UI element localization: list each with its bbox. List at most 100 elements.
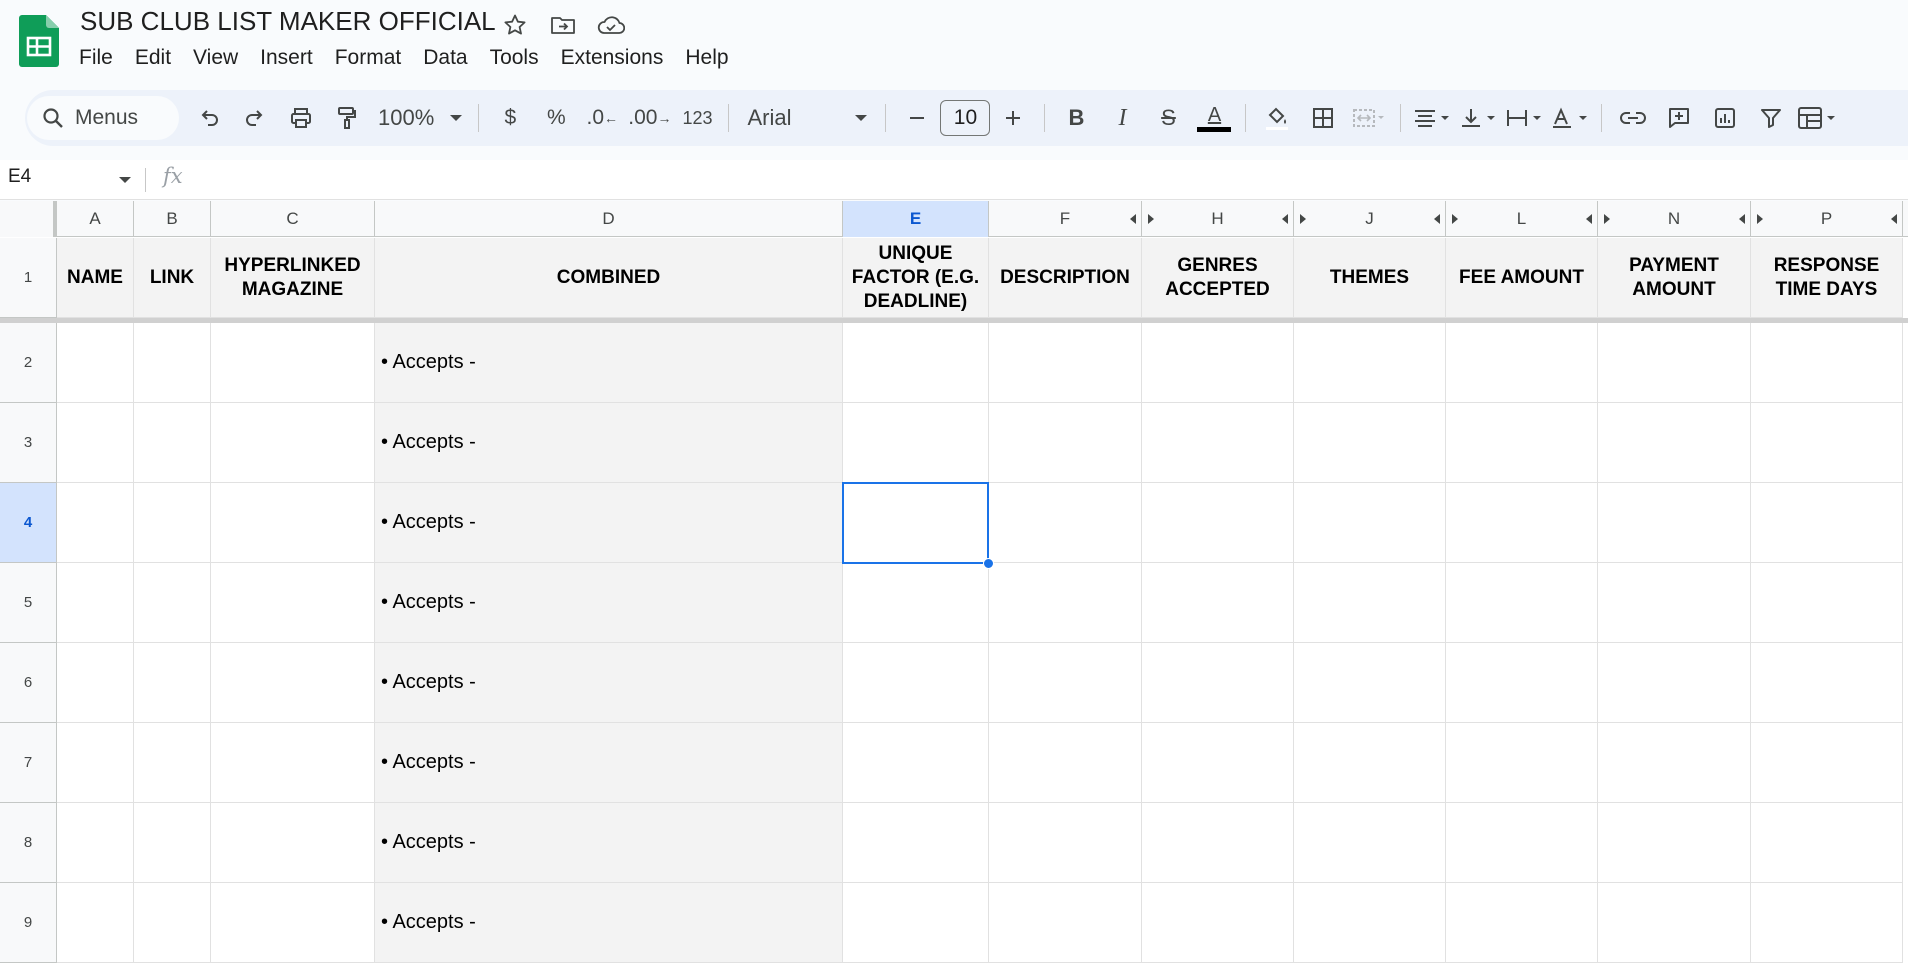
cell-a8[interactable] xyxy=(57,803,134,883)
increase-font-size-icon[interactable] xyxy=(993,98,1033,138)
cell-b9[interactable] xyxy=(134,883,211,963)
row-header-7[interactable]: 7 xyxy=(0,723,57,803)
header-cell-c[interactable]: HYPERLINKED MAGAZINE xyxy=(211,238,375,318)
row-header-1[interactable]: 1 xyxy=(0,238,57,318)
cell-h9[interactable] xyxy=(1142,883,1294,963)
cell-e2[interactable] xyxy=(843,323,989,403)
header-cell-n[interactable]: PAYMENT AMOUNT xyxy=(1598,238,1751,318)
cell-j6[interactable] xyxy=(1294,643,1446,723)
hidden-column-left-arrow-icon[interactable] xyxy=(1891,214,1897,224)
cell-e7[interactable] xyxy=(843,723,989,803)
decrease-decimal-button[interactable]: .0 ← xyxy=(582,98,622,138)
menu-help[interactable]: Help xyxy=(674,44,739,72)
cell-d5[interactable]: • Accepts - xyxy=(375,563,843,643)
column-header-p[interactable]: P xyxy=(1751,201,1903,237)
cell-n8[interactable] xyxy=(1598,803,1751,883)
cell-d7[interactable]: • Accepts - xyxy=(375,723,843,803)
menu-extensions[interactable]: Extensions xyxy=(550,44,675,72)
cell-e3[interactable] xyxy=(843,403,989,483)
cell-b7[interactable] xyxy=(134,723,211,803)
row-header-6[interactable]: 6 xyxy=(0,643,57,723)
cell-p8[interactable] xyxy=(1751,803,1903,883)
insert-chart-icon[interactable] xyxy=(1705,98,1745,138)
italic-button[interactable]: I xyxy=(1102,98,1142,138)
cell-a4[interactable] xyxy=(57,483,134,563)
cell-n3[interactable] xyxy=(1598,403,1751,483)
cell-c9[interactable] xyxy=(211,883,375,963)
cell-j3[interactable] xyxy=(1294,403,1446,483)
cell-p7[interactable] xyxy=(1751,723,1903,803)
borders-icon[interactable] xyxy=(1303,98,1343,138)
cell-a2[interactable] xyxy=(57,323,134,403)
cell-f3[interactable] xyxy=(989,403,1142,483)
table-view-icon[interactable] xyxy=(1797,98,1837,138)
cell-h5[interactable] xyxy=(1142,563,1294,643)
select-all-corner[interactable] xyxy=(0,201,57,237)
column-header-b[interactable]: B xyxy=(134,201,211,237)
cell-a6[interactable] xyxy=(57,643,134,723)
cell-j7[interactable] xyxy=(1294,723,1446,803)
decrease-font-size-icon[interactable] xyxy=(897,98,937,138)
format-currency-button[interactable]: $ xyxy=(490,98,530,138)
sheets-logo-icon[interactable] xyxy=(19,15,59,67)
menu-data[interactable]: Data xyxy=(412,44,478,72)
header-cell-a[interactable]: NAME xyxy=(57,238,134,318)
document-title[interactable]: SUB CLUB LIST MAKER OFFICIAL xyxy=(80,6,496,37)
bold-button[interactable]: B xyxy=(1056,98,1096,138)
cell-h3[interactable] xyxy=(1142,403,1294,483)
header-cell-l[interactable]: FEE AMOUNT xyxy=(1446,238,1598,318)
cell-p9[interactable] xyxy=(1751,883,1903,963)
zoom-select[interactable]: 100% xyxy=(370,105,470,131)
fill-handle[interactable] xyxy=(983,558,994,569)
cell-d9[interactable]: • Accepts - xyxy=(375,883,843,963)
undo-icon[interactable] xyxy=(189,98,229,138)
header-cell-j[interactable]: THEMES xyxy=(1294,238,1446,318)
cell-c3[interactable] xyxy=(211,403,375,483)
cell-j9[interactable] xyxy=(1294,883,1446,963)
cell-l3[interactable] xyxy=(1446,403,1598,483)
cell-d8[interactable]: • Accepts - xyxy=(375,803,843,883)
hidden-column-left-arrow-icon[interactable] xyxy=(1739,214,1745,224)
cell-b8[interactable] xyxy=(134,803,211,883)
header-cell-e[interactable]: UNIQUE FACTOR (E.G. DEADLINE) xyxy=(843,238,989,318)
search-menus[interactable]: Menus xyxy=(27,96,179,140)
text-wrapping-icon[interactable] xyxy=(1504,98,1544,138)
insert-link-icon[interactable] xyxy=(1613,98,1653,138)
cell-n5[interactable] xyxy=(1598,563,1751,643)
hidden-column-left-arrow-icon[interactable] xyxy=(1586,214,1592,224)
insert-comment-icon[interactable] xyxy=(1659,98,1699,138)
hidden-column-left-arrow-icon[interactable] xyxy=(1282,214,1288,224)
cell-n4[interactable] xyxy=(1598,483,1751,563)
column-header-c[interactable]: C xyxy=(211,201,375,237)
cell-b4[interactable] xyxy=(134,483,211,563)
cell-j2[interactable] xyxy=(1294,323,1446,403)
column-header-l[interactable]: L xyxy=(1446,201,1598,237)
cell-a3[interactable] xyxy=(57,403,134,483)
cell-e6[interactable] xyxy=(843,643,989,723)
cell-b6[interactable] xyxy=(134,643,211,723)
cell-h7[interactable] xyxy=(1142,723,1294,803)
cell-c5[interactable] xyxy=(211,563,375,643)
cloud-status-icon[interactable] xyxy=(596,10,626,40)
cell-p5[interactable] xyxy=(1751,563,1903,643)
cell-f6[interactable] xyxy=(989,643,1142,723)
column-header-h[interactable]: H xyxy=(1142,201,1294,237)
cell-e8[interactable] xyxy=(843,803,989,883)
cell-d3[interactable]: • Accepts - xyxy=(375,403,843,483)
row-header-9[interactable]: 9 xyxy=(0,883,57,963)
cell-l5[interactable] xyxy=(1446,563,1598,643)
cell-h6[interactable] xyxy=(1142,643,1294,723)
cell-f8[interactable] xyxy=(989,803,1142,883)
cell-h4[interactable] xyxy=(1142,483,1294,563)
cell-n7[interactable] xyxy=(1598,723,1751,803)
column-header-e[interactable]: E xyxy=(843,201,989,237)
increase-decimal-button[interactable]: .00 → xyxy=(628,98,671,138)
cell-e5[interactable] xyxy=(843,563,989,643)
row-header-2[interactable]: 2 xyxy=(0,323,57,403)
cell-l4[interactable] xyxy=(1446,483,1598,563)
hidden-column-left-arrow-icon[interactable] xyxy=(1130,214,1136,224)
star-icon[interactable] xyxy=(500,10,530,40)
cell-a5[interactable] xyxy=(57,563,134,643)
spreadsheet-grid[interactable]: ABCDEFHJLNP 1 NAME LINK HYPERLINKED MAGAZIN… xyxy=(0,201,1908,968)
header-cell-p[interactable]: RESPONSE TIME DAYS xyxy=(1751,238,1903,318)
